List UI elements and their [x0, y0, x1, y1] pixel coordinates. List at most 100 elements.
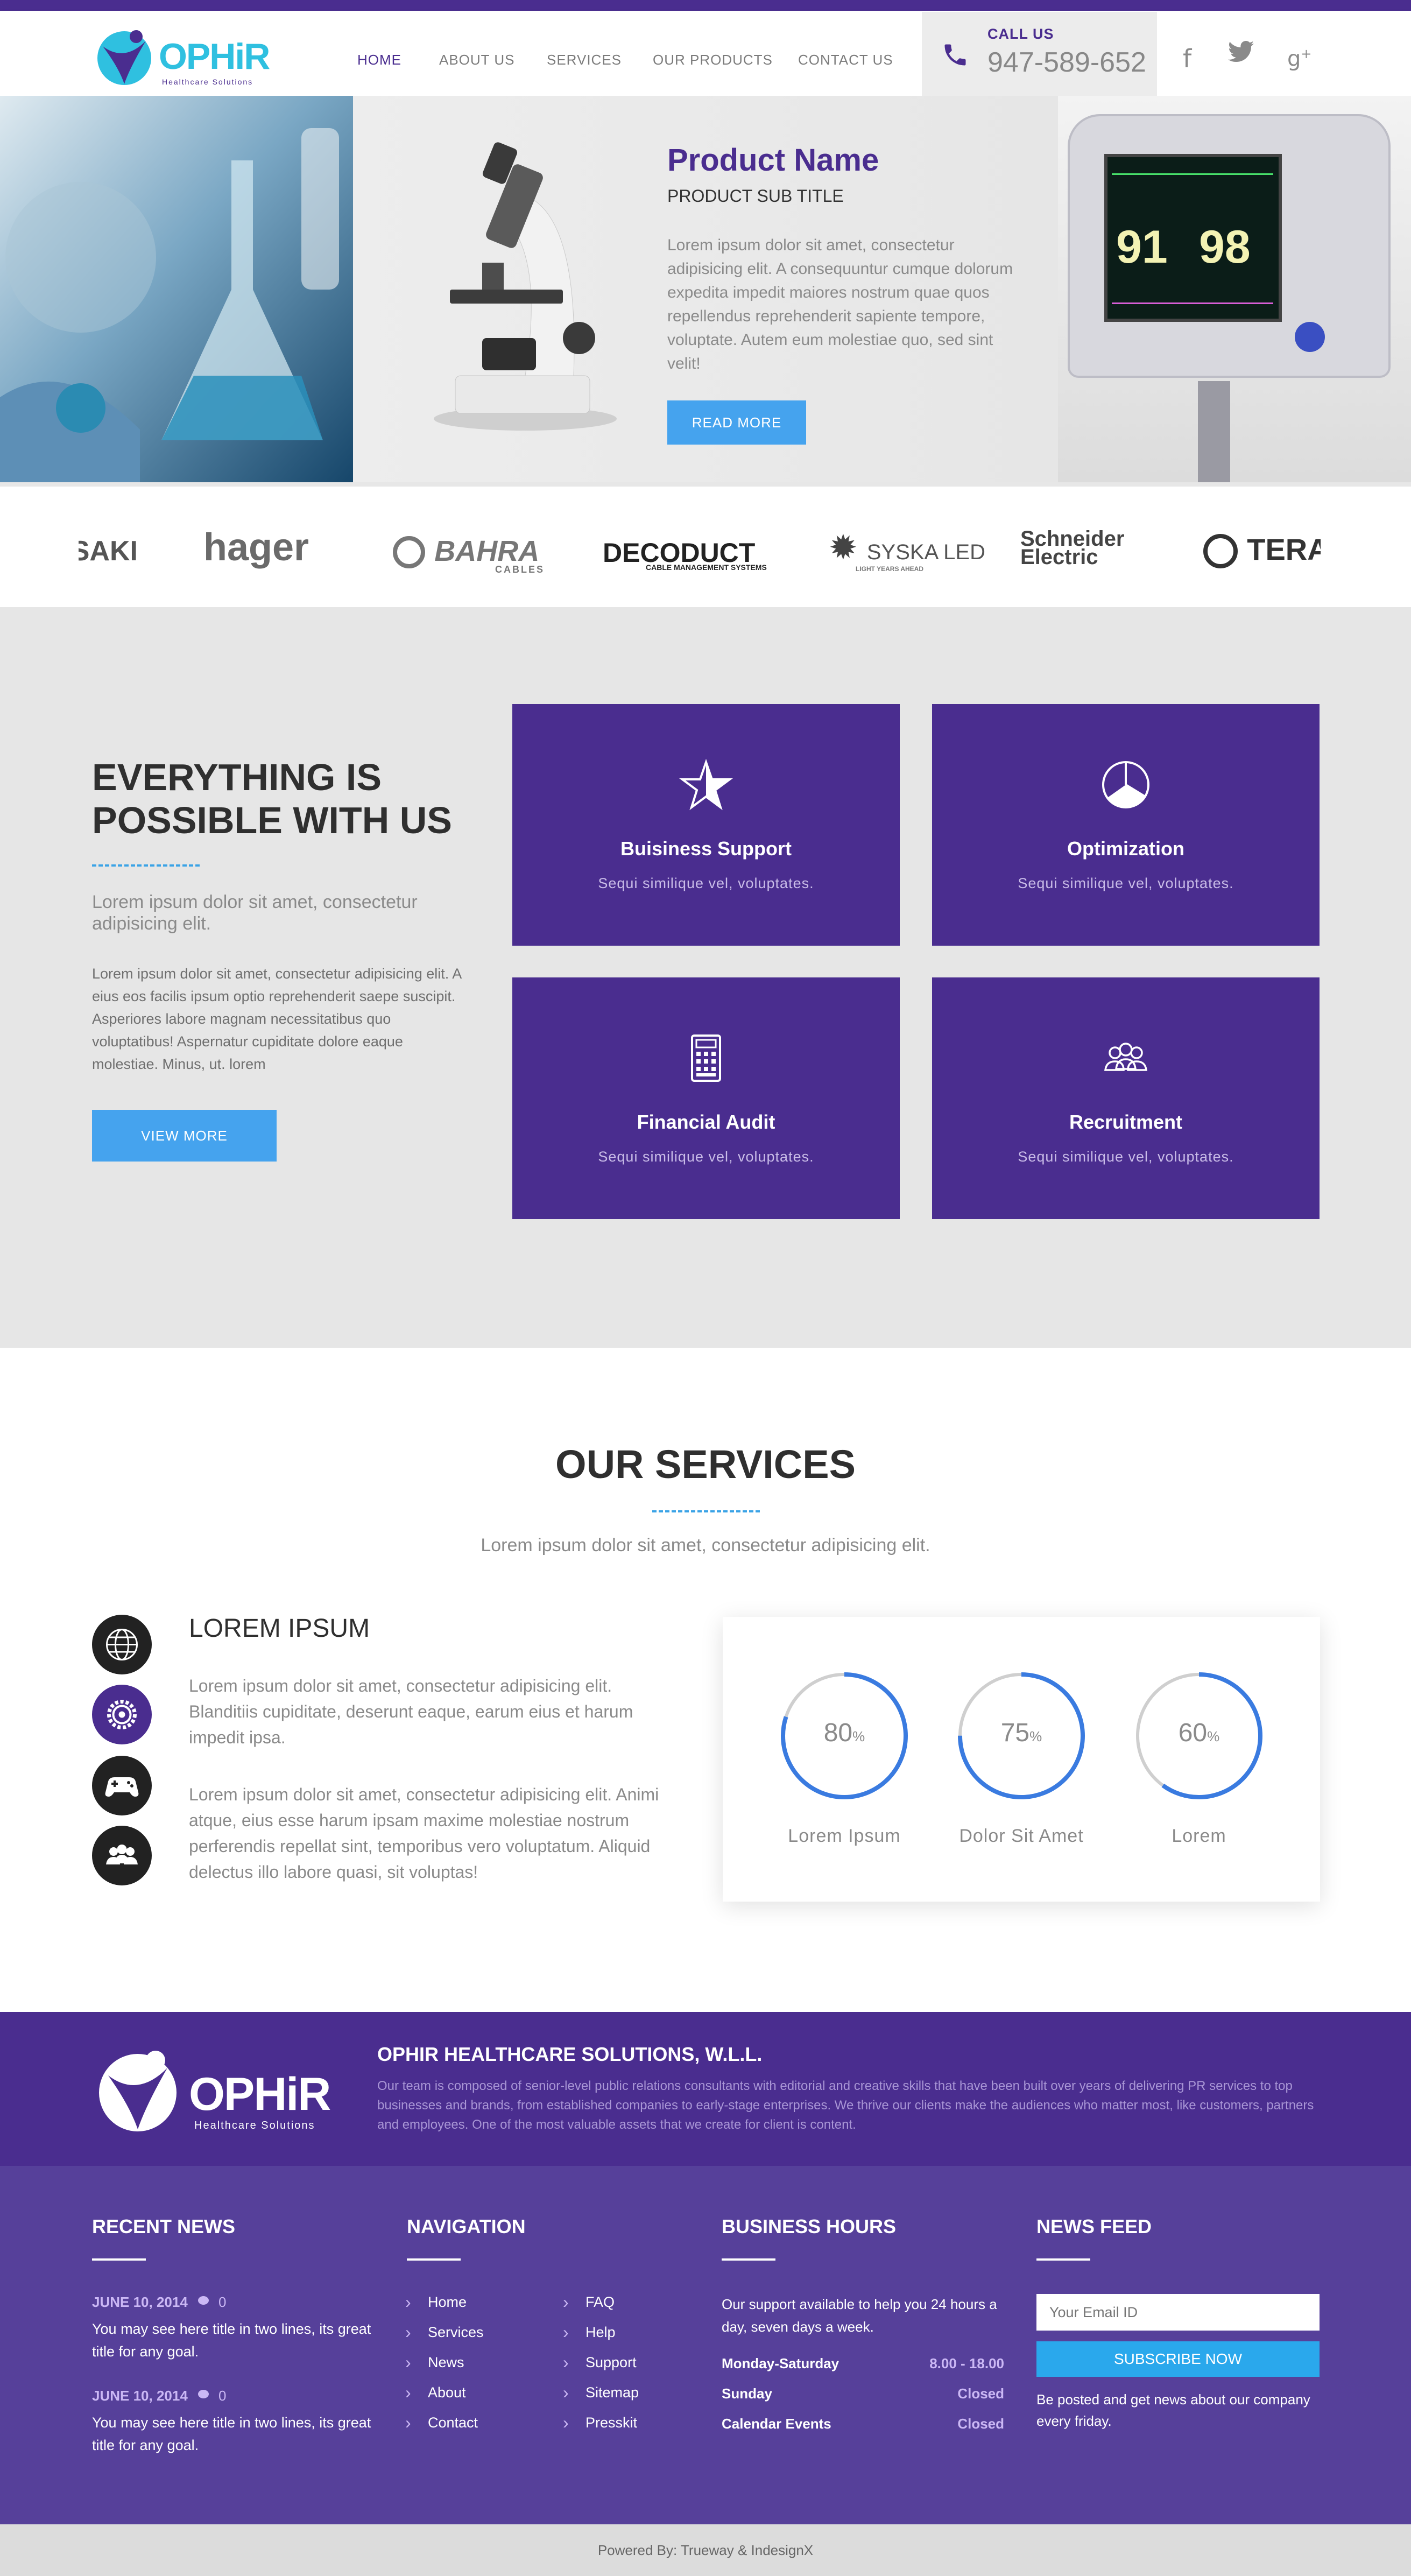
features-section: EVERYTHING IS POSSIBLE WITH US Lorem ips… — [0, 607, 1411, 1348]
hours-intro: Our support available to help you 24 hou… — [722, 2296, 997, 2335]
gamepad-icon[interactable] — [92, 1756, 152, 1815]
view-more-button[interactable]: VIEW MORE — [92, 1110, 277, 1162]
card-business-support[interactable]: Buisiness Support Sequi similique vel, v… — [512, 704, 900, 946]
phone-number[interactable]: 947-589-652 — [987, 46, 1146, 79]
brand-logo-saki: SAKI — [79, 536, 138, 567]
heading-divider — [92, 864, 200, 867]
phone-icon — [944, 44, 966, 66]
nav-home[interactable]: HOME — [357, 52, 401, 68]
logo-mark-icon — [97, 30, 151, 85]
pie-chart-icon — [932, 758, 1320, 812]
subscribe-button[interactable]: SUBSCRIBE NOW — [1036, 2341, 1320, 2377]
brand-logo-decoduct: DECODUCT CABLE MANAGEMENT SYSTEMS — [603, 532, 767, 572]
footer-link-contact[interactable]: Contact — [405, 2413, 478, 2433]
news-feed-text: Be posted and get news about our company… — [1036, 2391, 1310, 2429]
top-accent-bar — [0, 0, 1411, 11]
bahra-subtext: CABLES — [495, 564, 545, 575]
stat-value: 80% — [823, 1719, 865, 1747]
nav-contact-us[interactable]: CONTACT US — [798, 52, 893, 68]
footer-link-sitemap[interactable]: Sitemap — [563, 2383, 639, 2403]
card-text: Sequi similique vel, voluptates. — [1018, 1149, 1234, 1165]
comment-icon — [198, 2296, 209, 2305]
news-title[interactable]: You may see here title in two lines, its… — [92, 2411, 372, 2457]
brand-logo-bahra: BAHRA CABLES — [393, 531, 543, 575]
card-title: Financial Audit — [637, 1111, 775, 1133]
monitor-screen: 91 98 — [1104, 154, 1282, 322]
facebook-icon[interactable]: f — [1183, 44, 1191, 73]
settings-icon[interactable] — [92, 1685, 152, 1744]
hero-slider: Product Name PRODUCT SUB TITLE Lorem ips… — [0, 96, 1411, 487]
footer-main: RECENT NEWS JUNE 10, 2014 0 You may see … — [0, 2166, 1411, 2524]
services-paragraph-2: Lorem ipsum dolor sit amet, consectetur … — [189, 1785, 659, 1882]
news-feed-title: NEWS FEED — [1036, 2215, 1152, 2237]
logo-tagline: Healthcare Solutions — [162, 78, 253, 86]
brand-strip: SAKI hager BAHRA CABLES DECODUCT CABLE M… — [0, 487, 1411, 607]
nav-services[interactable]: SERVICES — [547, 52, 622, 68]
card-recruitment[interactable]: Recruitment Sequi similique vel, volupta… — [932, 977, 1320, 1219]
comment-icon — [198, 2390, 209, 2398]
news-date: JUNE 10, 2014 — [92, 2388, 188, 2404]
footer-link-presskit[interactable]: Presskit — [563, 2413, 637, 2433]
brand-logo-hager: hager — [203, 526, 309, 569]
hero-subtitle: PRODUCT SUB TITLE — [667, 186, 844, 206]
syska-subtext: LIGHT YEARS AHEAD — [856, 565, 924, 573]
bahra-mark-icon — [393, 536, 425, 568]
footer-link-support[interactable]: Support — [563, 2353, 636, 2373]
stat-value: 75% — [1000, 1719, 1042, 1747]
microscope-illustration — [434, 142, 617, 431]
services-paragraph-1: Lorem ipsum dolor sit amet, consectetur … — [189, 1676, 633, 1747]
decoduct-subtext: CABLE MANAGEMENT SYSTEMS — [646, 563, 767, 572]
footer-link-faq[interactable]: FAQ — [563, 2292, 615, 2312]
teras-name: TERAS — [1247, 532, 1321, 566]
email-input[interactable] — [1036, 2294, 1320, 2331]
twitter-icon[interactable] — [1228, 41, 1254, 62]
globe-icon[interactable] — [92, 1615, 152, 1674]
logo[interactable]: OPHiR Healthcare Solutions — [92, 22, 275, 92]
footer-logo-tagline: Healthcare Solutions — [194, 2120, 315, 2131]
card-financial-audit[interactable]: Financial Audit Sequi similique vel, vol… — [512, 977, 900, 1219]
stat-label: Dolor Sit Amet — [959, 1826, 1084, 1846]
recent-news-title: RECENT NEWS — [92, 2215, 236, 2237]
hero-title: Product Name — [667, 143, 879, 178]
call-us-box[interactable]: CALL US 947-589-652 — [922, 12, 1157, 96]
footer-link-services[interactable]: Services — [405, 2322, 483, 2342]
nav-our-products[interactable]: OUR PRODUCTS — [653, 52, 773, 68]
news-title[interactable]: You may see here title in two lines, its… — [92, 2318, 372, 2363]
people-icon — [932, 1031, 1320, 1085]
brand-logo-syska: ✹ SYSKA LED LIGHT YEARS AHEAD — [829, 527, 985, 573]
news-comments: 0 — [218, 2294, 227, 2310]
services-title: OUR SERVICES — [555, 1442, 856, 1487]
features-heading-line2: POSSIBLE WITH US — [92, 799, 452, 841]
footer-link-news[interactable]: News — [405, 2353, 464, 2373]
stat-2: 75% Dolor Sit Amet — [955, 1670, 1088, 1846]
footer-logo-mark-icon — [99, 2051, 177, 2131]
group-icon[interactable] — [92, 1826, 152, 1885]
card-title: Buisiness Support — [620, 837, 792, 860]
card-title: Recruitment — [1069, 1111, 1183, 1133]
syska-mark-icon: ✹ — [829, 528, 858, 567]
hours-row: Monday-Saturday 8.00 - 18.00 — [722, 2355, 1004, 2371]
read-more-button[interactable]: READ MORE — [667, 400, 806, 445]
monitor-stand — [1198, 381, 1230, 482]
lab-flask-illustration — [0, 96, 353, 482]
hero-description: Lorem ipsum dolor sit amet, consectetur … — [667, 236, 1013, 372]
monitor-waveform — [1112, 173, 1273, 175]
features-heading: EVERYTHING IS POSSIBLE WITH US — [92, 756, 501, 842]
navigation-title: NAVIGATION — [407, 2215, 526, 2237]
calculator-icon — [512, 1031, 900, 1085]
footer-link-home[interactable]: Home — [405, 2292, 467, 2312]
footer-link-about[interactable]: About — [405, 2383, 465, 2403]
card-title: Optimization — [1067, 837, 1184, 860]
stat-label: Lorem Ipsum — [788, 1826, 901, 1846]
features-heading-line1: EVERYTHING IS — [92, 756, 382, 798]
google-plus-icon[interactable]: g+ — [1287, 46, 1312, 71]
services-divider — [652, 1510, 760, 1512]
brand-logo-teras: TERAS — [1203, 530, 1321, 568]
footer-link-help[interactable]: Help — [563, 2322, 615, 2342]
nav-about-us[interactable]: ABOUT US — [439, 52, 514, 68]
brand-logo-schneider: Schneider Electric — [1020, 527, 1125, 569]
footer-logo[interactable]: OPHiR Healthcare Solutions — [92, 2044, 340, 2136]
company-about: Our team is composed of senior-level pub… — [377, 2079, 1314, 2132]
card-optimization[interactable]: Optimization Sequi similique vel, volupt… — [932, 704, 1320, 946]
recent-news-underline — [92, 2258, 146, 2261]
